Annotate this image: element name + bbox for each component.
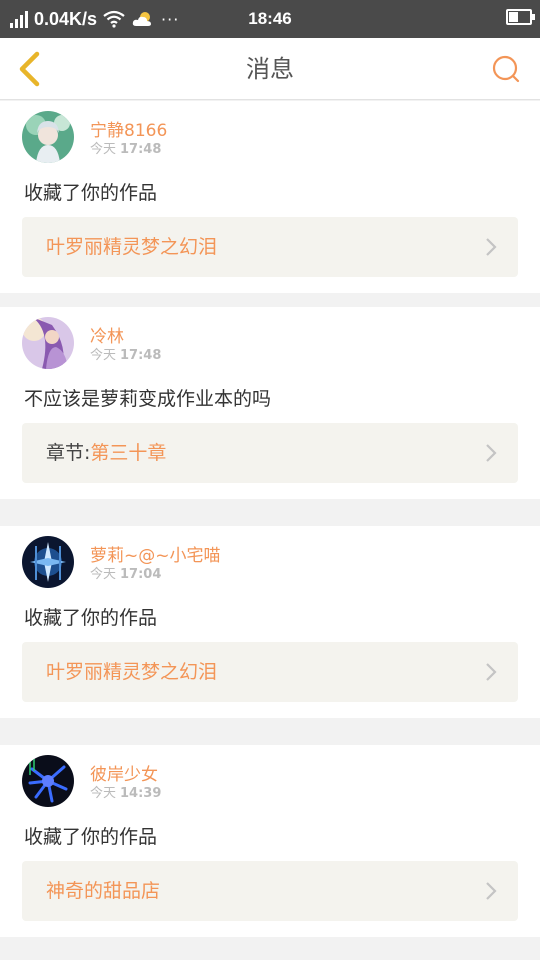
timestamp-day: 今天 [90,348,117,363]
status-bar: 0.04K/s ··· 18:46 [0,0,540,38]
timestamp-time: 17:48 [120,348,162,363]
timestamp-day: 今天 [90,786,117,801]
page-title: 消息 [246,55,294,83]
timestamp-day: 今天 [90,567,117,582]
avatar[interactable] [22,317,74,369]
referenced-title: 叶罗丽精灵梦之幻泪 [46,217,217,277]
battery-tip [532,14,535,20]
message-card[interactable]: 冷林 今天 17:48 不应该是萝莉变成作业本的吗 章节:第三十章 [0,307,540,499]
clock: 18:46 [248,9,292,28]
message-card[interactable]: 彼岸少女 今天 14:39 收藏了你的作品 神奇的甜品店 [0,745,540,937]
avatar[interactable] [22,111,74,163]
timestamp: 今天 17:48 [90,344,161,363]
referenced-title-text: 叶罗丽精灵梦之幻泪 [46,236,218,258]
referenced-work[interactable]: 神奇的甜品店 [22,861,518,921]
message-text: 收藏了你的作品 [24,826,158,848]
chevron-right-icon [486,663,497,681]
chevron-right-icon [486,882,497,900]
timestamp: 今天 17:48 [90,138,161,157]
message-card[interactable]: 宁静8166 今天 17:48 收藏了你的作品 叶罗丽精灵梦之幻泪 [0,101,540,293]
referenced-work[interactable]: 叶罗丽精灵梦之幻泪 [22,217,518,277]
referenced-title: 叶罗丽精灵梦之幻泪 [46,642,217,702]
message-text: 不应该是萝莉变成作业本的吗 [24,388,272,410]
search-button[interactable] [490,53,522,85]
referenced-title-text: 叶罗丽精灵梦之幻泪 [46,661,218,683]
referenced-chapter[interactable]: 章节:第三十章 [22,423,518,483]
referenced-title: 章节:第三十章 [46,423,166,483]
timestamp-day: 今天 [90,142,117,157]
message-text: 收藏了你的作品 [24,607,158,629]
timestamp-time: 14:39 [120,786,162,801]
message-text: 收藏了你的作品 [24,182,158,204]
referenced-title-text: 神奇的甜品店 [46,880,161,902]
battery-icon [506,9,532,25]
timestamp: 今天 14:39 [90,782,161,801]
referenced-work[interactable]: 叶罗丽精灵梦之幻泪 [22,642,518,702]
referenced-title: 神奇的甜品店 [46,861,160,921]
avatar[interactable] [22,755,74,807]
chevron-right-icon [486,238,497,256]
avatar[interactable] [22,536,74,588]
chevron-right-icon [486,444,497,462]
timestamp-time: 17:04 [120,567,162,582]
nav-bar: 消息 [0,38,540,100]
message-card[interactable]: 萝莉~@~小宅喵 今天 17:04 收藏了你的作品 叶罗丽精灵梦之幻泪 [0,526,540,718]
referenced-title-text: 第三十章 [90,442,167,464]
search-icon [492,55,520,83]
timestamp-time: 17:48 [120,142,162,157]
timestamp: 今天 17:04 [90,563,161,582]
referenced-prefix: 章节: [46,442,91,464]
